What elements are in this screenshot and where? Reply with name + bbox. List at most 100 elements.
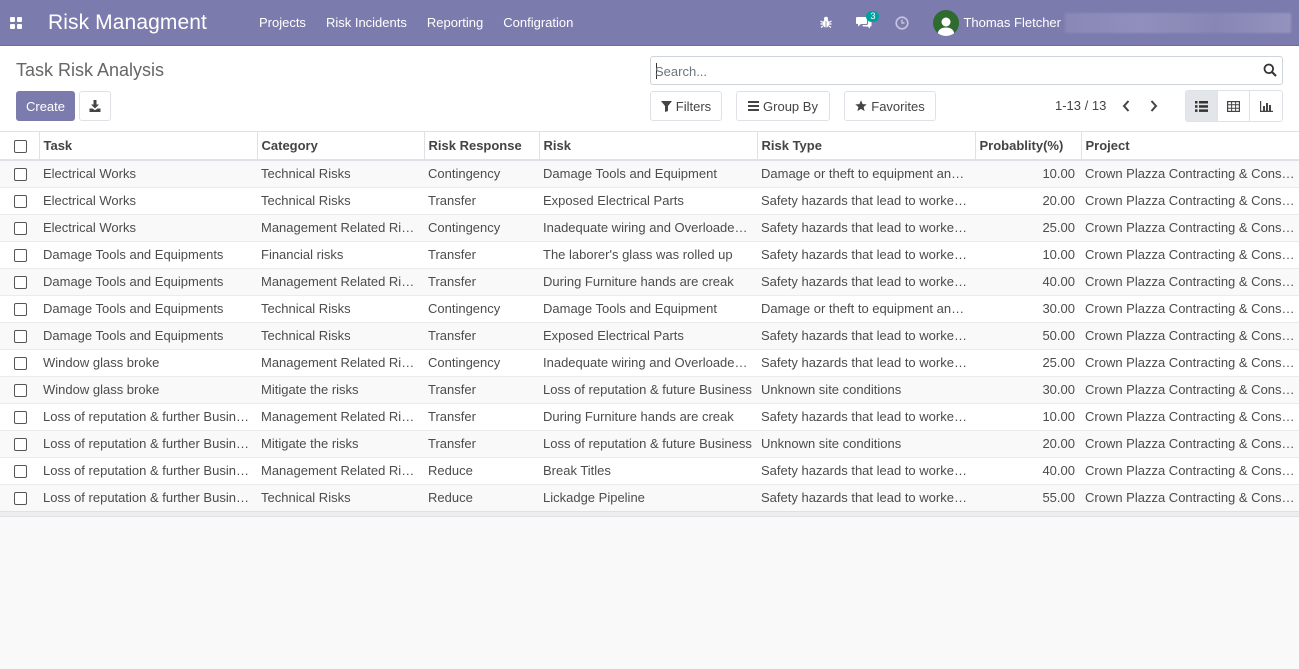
- risk-cell[interactable]: Inadequate wiring and Overloade…: [539, 213, 757, 241]
- category-cell[interactable]: Mitigate the risks: [257, 375, 424, 403]
- table-row[interactable]: Loss of reputation & further Busin… Techn…: [0, 483, 1299, 511]
- task-cell[interactable]: Window glass broke: [39, 348, 257, 376]
- row-checkbox[interactable]: [14, 438, 27, 452]
- probability-cell[interactable]: 50.00: [975, 321, 1081, 349]
- column-header-project[interactable]: Project: [1081, 132, 1299, 161]
- risk-type-cell[interactable]: Safety hazards that lead to worker…: [757, 456, 975, 484]
- category-cell[interactable]: Technical Risks: [257, 186, 424, 214]
- project-cell[interactable]: Crown Plazza Contracting & Cons…: [1081, 267, 1299, 295]
- risk-response-cell[interactable]: Transfer: [424, 267, 539, 295]
- probability-cell[interactable]: 30.00: [975, 294, 1081, 322]
- project-cell[interactable]: Crown Plazza Contracting & Cons…: [1081, 294, 1299, 322]
- column-header-task[interactable]: Task: [39, 132, 258, 161]
- table-row[interactable]: Window glass broke Mitigate the risks Tran…: [0, 375, 1299, 403]
- task-cell[interactable]: Loss of reputation & further Busin…: [39, 429, 257, 457]
- risk-response-cell[interactable]: Transfer: [424, 429, 539, 457]
- row-checkbox[interactable]: [14, 384, 27, 398]
- menu-item-projects[interactable]: Projects: [249, 0, 316, 46]
- risk-cell[interactable]: During Furniture hands are creak: [539, 402, 757, 430]
- project-cell[interactable]: Crown Plazza Contracting & Cons…: [1081, 483, 1299, 511]
- risk-type-cell[interactable]: Damage or theft to equipment and…: [757, 159, 975, 187]
- risk-cell[interactable]: Lickadge Pipeline: [539, 483, 757, 511]
- probability-cell[interactable]: 10.00: [975, 159, 1081, 187]
- task-cell[interactable]: Electrical Works: [39, 186, 257, 214]
- risk-cell[interactable]: During Furniture hands are creak: [539, 267, 757, 295]
- search-icon[interactable]: [1263, 63, 1277, 80]
- task-cell[interactable]: Window glass broke: [39, 375, 257, 403]
- risk-response-cell[interactable]: Transfer: [424, 186, 539, 214]
- pager-next-button[interactable]: [1143, 94, 1165, 118]
- group-by-button[interactable]: Group By: [736, 91, 830, 121]
- risk-response-cell[interactable]: Contingency: [424, 294, 539, 322]
- probability-cell[interactable]: 30.00: [975, 375, 1081, 403]
- probability-cell[interactable]: 20.00: [975, 429, 1081, 457]
- column-header-category[interactable]: Category: [257, 132, 425, 161]
- task-cell[interactable]: Damage Tools and Equipments: [39, 240, 257, 268]
- risk-cell[interactable]: Loss of reputation & future Business: [539, 375, 757, 403]
- favorites-button[interactable]: Favorites: [844, 91, 936, 121]
- risk-cell[interactable]: Damage Tools and Equipment: [539, 159, 757, 187]
- task-cell[interactable]: Loss of reputation & further Busin…: [39, 483, 257, 511]
- risk-response-cell[interactable]: Transfer: [424, 375, 539, 403]
- risk-type-cell[interactable]: Safety hazards that lead to worker…: [757, 402, 975, 430]
- table-row[interactable]: Window glass broke Management Related Ris…: [0, 348, 1299, 376]
- row-checkbox[interactable]: [14, 330, 27, 344]
- app-title[interactable]: Risk Managment: [48, 11, 207, 35]
- list-view-button[interactable]: [1186, 91, 1218, 121]
- risk-type-cell[interactable]: Safety hazards that lead to worker…: [757, 240, 975, 268]
- risk-cell[interactable]: Break Titles: [539, 456, 757, 484]
- menu-item-risk-incidents[interactable]: Risk Incidents: [316, 0, 417, 46]
- graph-view-button[interactable]: [1250, 91, 1282, 121]
- risk-response-cell[interactable]: Transfer: [424, 402, 539, 430]
- risk-cell[interactable]: Damage Tools and Equipment: [539, 294, 757, 322]
- risk-cell[interactable]: Loss of reputation & future Business: [539, 429, 757, 457]
- project-cell[interactable]: Crown Plazza Contracting & Cons…: [1081, 402, 1299, 430]
- project-cell[interactable]: Crown Plazza Contracting & Cons…: [1081, 213, 1299, 241]
- row-checkbox[interactable]: [14, 249, 27, 263]
- task-cell[interactable]: Loss of reputation & further Busin…: [39, 456, 257, 484]
- risk-type-cell[interactable]: Unknown site conditions: [757, 429, 975, 457]
- risk-cell[interactable]: Inadequate wiring and Overloade…: [539, 348, 757, 376]
- column-header-probability[interactable]: Probablity(%): [975, 132, 1082, 161]
- risk-cell[interactable]: Exposed Electrical Parts: [539, 321, 757, 349]
- pivot-view-button[interactable]: [1218, 91, 1250, 121]
- table-row[interactable]: Electrical Works Management Related Risks…: [0, 213, 1299, 241]
- row-checkbox[interactable]: [14, 276, 27, 290]
- task-cell[interactable]: Loss of reputation & further Busin…: [39, 402, 257, 430]
- filters-button[interactable]: Filters: [650, 91, 722, 121]
- category-cell[interactable]: Management Related Risks: [257, 213, 424, 241]
- column-header-risk[interactable]: Risk: [539, 132, 758, 161]
- risk-type-cell[interactable]: Safety hazards that lead to worker…: [757, 483, 975, 511]
- risk-response-cell[interactable]: Reduce: [424, 483, 539, 511]
- table-row[interactable]: Electrical Works Technical Risks Contingen…: [0, 159, 1299, 187]
- risk-type-cell[interactable]: Safety hazards that lead to worker…: [757, 348, 975, 376]
- probability-cell[interactable]: 40.00: [975, 267, 1081, 295]
- bug-icon[interactable]: [807, 0, 845, 46]
- project-cell[interactable]: Crown Plazza Contracting & Cons…: [1081, 159, 1299, 187]
- row-checkbox[interactable]: [14, 465, 27, 479]
- menu-item-reporting[interactable]: Reporting: [417, 0, 493, 46]
- category-cell[interactable]: Financial risks: [257, 240, 424, 268]
- category-cell[interactable]: Management Related Risks: [257, 456, 424, 484]
- category-cell[interactable]: Management Related Risks: [257, 348, 424, 376]
- table-row[interactable]: Loss of reputation & further Busin… Mitig…: [0, 429, 1299, 457]
- create-button[interactable]: Create: [16, 91, 75, 121]
- risk-response-cell[interactable]: Contingency: [424, 159, 539, 187]
- category-cell[interactable]: Technical Risks: [257, 321, 424, 349]
- table-row[interactable]: Damage Tools and Equipments Technical Ris…: [0, 321, 1299, 349]
- probability-cell[interactable]: 25.00: [975, 348, 1081, 376]
- probability-cell[interactable]: 10.00: [975, 402, 1081, 430]
- task-cell[interactable]: Electrical Works: [39, 159, 257, 187]
- probability-cell[interactable]: 55.00: [975, 483, 1081, 511]
- risk-type-cell[interactable]: Safety hazards that lead to worker…: [757, 186, 975, 214]
- probability-cell[interactable]: 20.00: [975, 186, 1081, 214]
- risk-response-cell[interactable]: Transfer: [424, 240, 539, 268]
- activity-clock-icon[interactable]: [883, 0, 921, 46]
- category-cell[interactable]: Management Related Risks: [257, 402, 424, 430]
- row-checkbox[interactable]: [14, 195, 27, 209]
- probability-cell[interactable]: 25.00: [975, 213, 1081, 241]
- select-all-checkbox[interactable]: [14, 140, 27, 154]
- row-checkbox[interactable]: [14, 303, 27, 317]
- category-cell[interactable]: Technical Risks: [257, 483, 424, 511]
- user-menu[interactable]: Thomas Fletcher: [933, 9, 1061, 36]
